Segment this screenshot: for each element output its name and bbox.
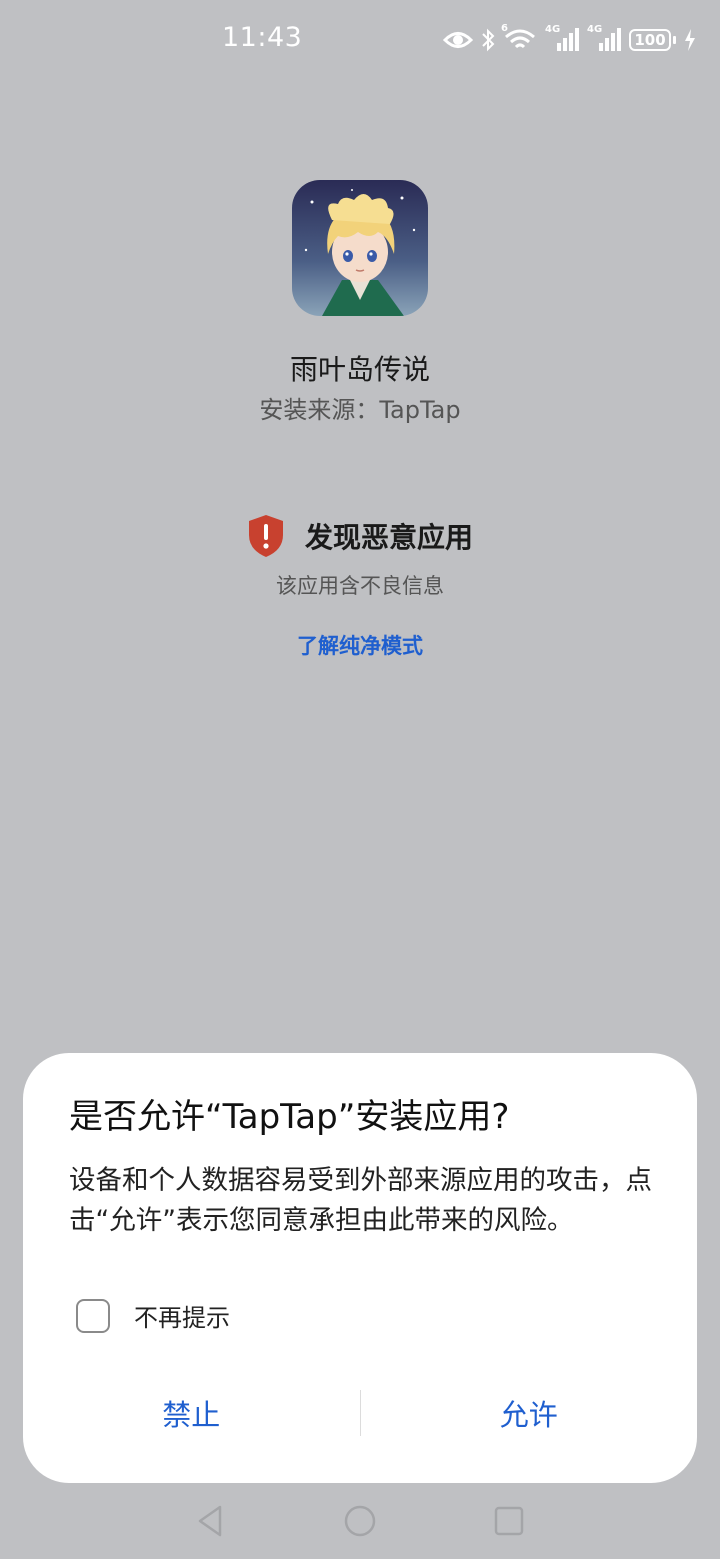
wifi-tag: 6 xyxy=(501,23,508,34)
status-icons: 6 4G 4G 100 xyxy=(443,23,696,56)
app-name: 雨叶岛传说 xyxy=(289,353,430,386)
navigation-bar xyxy=(0,1490,720,1559)
dont-show-again-row[interactable]: 不再提示 xyxy=(76,1298,230,1333)
allow-button[interactable]: 允许 xyxy=(361,1392,698,1434)
dont-show-again-checkbox[interactable] xyxy=(76,1298,110,1333)
warning-header: 发现恶意应用 xyxy=(0,514,720,558)
warning-description: 该应用含不良信息 xyxy=(276,574,444,598)
shield-alert-icon xyxy=(248,515,283,557)
deny-button[interactable]: 禁止 xyxy=(23,1392,360,1434)
dialog-title: 是否允许“TapTap”安装应用? xyxy=(69,1097,510,1137)
home-icon[interactable] xyxy=(343,1504,377,1538)
signal-4g-icon: 4G xyxy=(587,24,621,53)
install-source: 安装来源：TapTap xyxy=(259,396,461,424)
signal-4g-icon: 4G xyxy=(545,24,579,53)
install-permission-dialog: 是否允许“TapTap”安装应用? 设备和个人数据容易受到外部来源应用的攻击，点… xyxy=(23,1053,697,1483)
back-icon[interactable] xyxy=(196,1504,224,1538)
recents-icon[interactable] xyxy=(494,1506,524,1536)
battery-level: 100 xyxy=(629,29,671,51)
warning-title: 发现恶意应用 xyxy=(304,521,473,554)
dont-show-again-label: 不再提示 xyxy=(134,1304,230,1332)
charging-icon xyxy=(685,29,695,51)
bluetooth-icon xyxy=(482,28,495,52)
eye-icon xyxy=(443,32,473,48)
battery-cap xyxy=(673,36,676,44)
dialog-buttons: 禁止 允许 xyxy=(23,1383,697,1443)
status-bar: 11:43 6 4G 4G 100 xyxy=(0,0,720,80)
wifi-icon: 6 xyxy=(501,23,537,53)
learn-pure-mode-link[interactable]: 了解纯净模式 xyxy=(0,630,720,660)
dialog-body: 设备和个人数据容易受到外部来源应用的攻击，点击“允许”表示您同意承担由此带来的风… xyxy=(69,1165,652,1236)
battery-icon: 100 xyxy=(629,29,676,51)
app-icon xyxy=(292,180,428,316)
status-clock: 11:43 xyxy=(222,22,303,53)
